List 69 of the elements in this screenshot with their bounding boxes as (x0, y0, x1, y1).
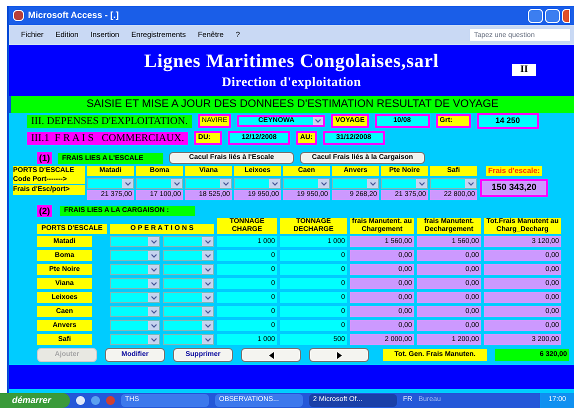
operation-dropdown[interactable] (163, 278, 214, 289)
port-code-dropdown[interactable] (87, 178, 134, 189)
chevron-icon (315, 119, 322, 123)
chevron-icon (222, 182, 228, 186)
chevron-icon (150, 268, 156, 272)
operation-dropdown[interactable] (163, 236, 214, 247)
operation-dropdown[interactable] (110, 250, 160, 261)
chevron-icon (204, 338, 210, 342)
operation-dropdown[interactable] (110, 236, 160, 247)
operation-dropdown[interactable] (110, 292, 160, 303)
grt-field[interactable]: 14 250 (476, 113, 539, 129)
section-title: III. DEPENSES D'EXPLOITATION. (27, 114, 192, 128)
operation-dropdown[interactable] (110, 334, 160, 345)
next-button[interactable] (309, 348, 369, 362)
chevron-icon (468, 182, 474, 186)
operation-dropdown[interactable] (163, 264, 214, 275)
maximize-button[interactable] (545, 8, 560, 22)
chevron-icon (418, 182, 424, 186)
page-badge: II (512, 64, 536, 76)
port-code-dropdown[interactable] (234, 178, 281, 189)
app-icon (13, 10, 24, 21)
left-triangle-icon (268, 352, 274, 358)
port-code-dropdown[interactable] (185, 178, 232, 189)
part-number: (1) (37, 152, 52, 164)
port-code-dropdown[interactable] (136, 178, 183, 189)
company-title: Lignes Maritimes Congolaises,sarl (144, 50, 439, 72)
close-button[interactable] (562, 8, 570, 22)
operation-dropdown[interactable] (163, 292, 214, 303)
operation-dropdown[interactable] (163, 306, 214, 317)
chevron-icon (204, 310, 210, 314)
chevron-icon (320, 182, 326, 186)
total-field: 150 343,20 (480, 179, 548, 197)
chevron-icon (124, 182, 130, 186)
port-code-dropdown[interactable] (430, 178, 477, 189)
chevron-icon (150, 282, 156, 286)
chevron-icon (272, 182, 278, 186)
chevron-icon (150, 324, 156, 328)
chevron-icon (204, 324, 210, 328)
port-code-dropdown[interactable] (283, 178, 330, 189)
operation-dropdown[interactable] (110, 306, 160, 317)
port-code-dropdown[interactable] (332, 178, 379, 189)
operation-dropdown[interactable] (163, 334, 214, 345)
right-triangle-icon (336, 352, 342, 358)
operation-dropdown[interactable] (110, 320, 160, 331)
part-number: (2) (37, 205, 52, 217)
chevron-icon (204, 240, 210, 244)
chevron-icon (204, 296, 210, 300)
chevron-icon (204, 254, 210, 258)
chevron-icon (204, 282, 210, 286)
minimize-button[interactable] (528, 8, 543, 22)
chevron-icon (150, 310, 156, 314)
chevron-icon (174, 182, 180, 186)
chevron-icon (150, 240, 156, 244)
chevron-icon (150, 338, 156, 342)
previous-button[interactable] (241, 348, 301, 362)
chevron-icon (150, 296, 156, 300)
window-title: Microsoft Access - [.] (28, 8, 119, 22)
banner: SAISIE ET MISE A JOUR DES DONNEES D'ESTIMATION RESULTAT DE VOYAGE (11, 96, 574, 113)
operation-dropdown[interactable] (163, 250, 214, 261)
chevron-icon (204, 268, 210, 272)
operation-dropdown[interactable] (110, 264, 160, 275)
subsection-title: III.1 F R A I S COMMERCIAUX. (27, 132, 188, 144)
chevron-icon (370, 182, 376, 186)
operation-dropdown[interactable] (163, 320, 214, 331)
chevron-icon (150, 254, 156, 258)
operation-dropdown[interactable] (110, 278, 160, 289)
port-code-dropdown[interactable] (381, 178, 428, 189)
start-button[interactable]: démarrer (0, 393, 70, 408)
department-title: Direction d'exploitation (222, 72, 362, 90)
